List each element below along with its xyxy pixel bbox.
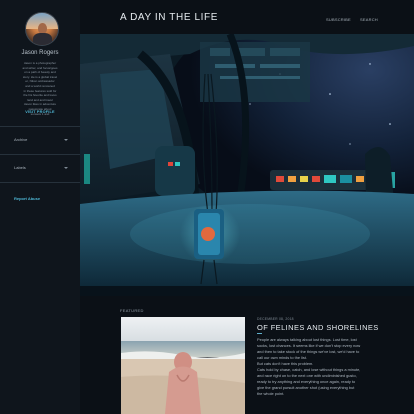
- labels-dropdown[interactable]: Labels: [14, 165, 26, 170]
- sidebar-divider: [0, 182, 80, 183]
- post-thumbnail[interactable]: [121, 317, 245, 414]
- excerpt-line: the whole point.: [257, 391, 285, 396]
- featured-label: FEATURED: [120, 308, 144, 313]
- author-name[interactable]: Jason Rogers: [0, 50, 80, 56]
- site-title[interactable]: A DAY IN THE LIFE: [120, 12, 218, 23]
- sidebar-divider: [0, 126, 80, 127]
- search-link[interactable]: SEARCH: [360, 17, 378, 22]
- beach-photo: [121, 317, 245, 414]
- chevron-down-icon[interactable]: [64, 167, 68, 169]
- chevron-down-icon[interactable]: [64, 139, 68, 141]
- post-date: DECEMBER 08, 2018: [257, 317, 294, 321]
- post-title[interactable]: OF FELINES AND SHORELINES: [257, 323, 379, 332]
- title-underline: [257, 333, 262, 334]
- post-excerpt: People are always talking about lost thi…: [257, 337, 379, 397]
- visit-profile-link[interactable]: VISIT PROFILE: [0, 110, 80, 114]
- avatar[interactable]: [25, 12, 59, 46]
- report-abuse-link[interactable]: Report Abuse: [14, 196, 40, 201]
- sidebar: Jason Rogers Jason is a photographer and…: [0, 0, 80, 414]
- hero-image[interactable]: [80, 34, 414, 296]
- subscribe-link[interactable]: SUBSCRIBE: [326, 17, 351, 22]
- author-bio: Jason is a photographer and writer, and …: [12, 61, 68, 116]
- spaceship-interior-illustration: [80, 34, 414, 296]
- avatar-body: [33, 33, 52, 45]
- archive-dropdown[interactable]: Archive: [14, 137, 27, 142]
- sidebar-divider: [0, 154, 80, 155]
